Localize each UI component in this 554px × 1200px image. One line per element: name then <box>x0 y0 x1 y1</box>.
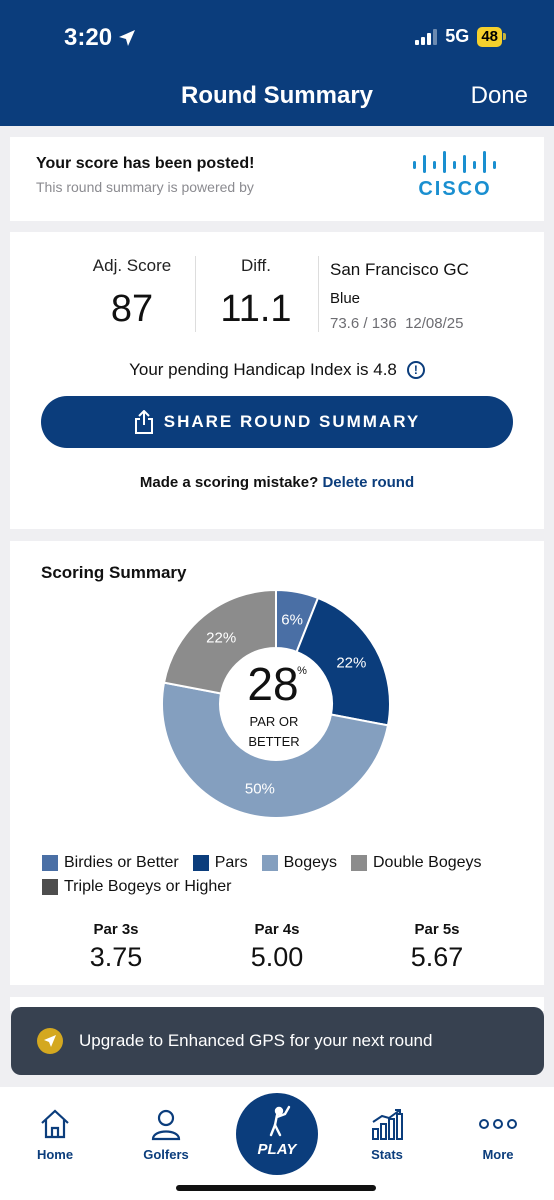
par-value: 5.00 <box>250 942 304 972</box>
battery-icon: 48 <box>477 26 506 47</box>
par5-stat: Par 5s 5.67 <box>377 921 497 973</box>
share-label: SHARE ROUND SUMMARY <box>163 412 421 431</box>
tab-bar: Home Golfers PLAY Stats More <box>0 1087 554 1200</box>
legend-item: Triple Bogeys or Higher <box>42 878 231 896</box>
person-icon <box>151 1109 181 1141</box>
divider <box>318 256 319 332</box>
par4-stat: Par 4s 5.00 <box>217 921 337 973</box>
scoring-summary-card: Scoring Summary 28 % PAR OR BETTER 6% 22%… <box>10 541 544 985</box>
delete-round-link[interactable]: Delete round <box>322 474 414 491</box>
par-label: Par 3s <box>93 921 139 938</box>
slice-label: 6% <box>281 612 303 629</box>
location-arrow-icon <box>119 30 136 46</box>
app-header: 3:20 5G 48 Round Summary Done <box>0 0 554 126</box>
tab-stats[interactable]: Stats <box>347 1107 427 1162</box>
legend-label: Double Bogeys <box>373 854 482 871</box>
legend-item: Birdies or Better <box>42 854 179 872</box>
legend-label: Birdies or Better <box>64 854 179 871</box>
gps-badge-icon <box>37 1028 63 1054</box>
par-label: Par 4s <box>254 921 300 938</box>
course-tee: Blue <box>330 290 361 307</box>
cisco-bars-icon <box>413 151 496 173</box>
posted-card: Your score has been posted! This round s… <box>10 137 544 221</box>
home-icon <box>41 1109 69 1139</box>
divider <box>195 256 196 332</box>
par3-stat: Par 3s 3.75 <box>56 921 176 973</box>
diff-value: 11.1 <box>220 288 292 330</box>
differential: Diff. 11.1 <box>206 256 306 331</box>
status-indicators: 5G 48 <box>415 26 506 47</box>
battery-level: 48 <box>477 26 502 47</box>
adj-score-label: Adj. Score <box>92 256 172 275</box>
legend-item: Double Bogeys <box>351 854 482 872</box>
upgrade-text: Upgrade to Enhanced GPS for your next ro… <box>79 1031 433 1050</box>
cisco-wordmark: CISCO <box>418 178 492 200</box>
center-value: 28 <box>247 658 298 710</box>
par-label: Par 5s <box>414 921 460 938</box>
more-dots-icon <box>479 1119 517 1129</box>
upgrade-banner[interactable]: Upgrade to Enhanced GPS for your next ro… <box>11 1007 544 1075</box>
legend-item: Bogeys <box>261 854 337 872</box>
clock: 3:20 <box>64 24 113 51</box>
round-date: 12/08/25 <box>405 315 464 332</box>
network-type: 5G <box>445 26 470 46</box>
play-label: PLAY <box>257 1141 297 1158</box>
slice-label: 22% <box>336 655 366 672</box>
mistake-text: Made a scoring mistake? <box>139 474 319 491</box>
adj-score-value: 87 <box>110 288 154 330</box>
par-value: 3.75 <box>89 942 143 972</box>
center-unit: % <box>297 665 307 677</box>
status-time: 3:20 <box>64 24 136 52</box>
play-button[interactable]: PLAY <box>236 1093 318 1175</box>
cisco-logo: CISCO <box>410 151 500 201</box>
slice-label: 50% <box>245 780 275 797</box>
course-info: San Francisco GC Blue 73.6 / 136 12/08/2… <box>330 260 469 332</box>
scoring-donut-chart: 28 % PAR OR BETTER 6% 22% 50% 22% <box>161 588 391 819</box>
legend-item: Pars <box>192 854 248 872</box>
tab-label: Golfers <box>143 1147 189 1162</box>
center-caption-2: BETTER <box>248 734 299 749</box>
par-value: 5.67 <box>410 942 464 972</box>
course-meta: 73.6 / 136 12/08/25 <box>330 315 469 332</box>
posted-title: Your score has been posted! <box>36 155 255 172</box>
tab-label: Home <box>36 1147 74 1162</box>
tab-label: Stats <box>371 1147 403 1162</box>
golfer-swing-icon <box>269 1105 291 1137</box>
adj-score: Adj. Score 87 <box>82 256 182 331</box>
share-round-summary-button[interactable]: SHARE ROUND SUMMARY <box>41 396 513 448</box>
course-name: San Francisco GC <box>330 260 469 279</box>
tab-more[interactable]: More <box>458 1107 538 1162</box>
tab-golfers[interactable]: Golfers <box>126 1107 206 1162</box>
slice-label: 22% <box>206 630 236 647</box>
diff-label: Diff. <box>241 256 271 275</box>
section-title: Scoring Summary <box>41 563 187 582</box>
tab-home[interactable]: Home <box>15 1107 95 1162</box>
score-card: Adj. Score 87 Diff. 11.1 San Francisco G… <box>10 232 544 529</box>
tab-label: More <box>482 1147 514 1162</box>
legend-label: Bogeys <box>283 854 337 871</box>
done-button[interactable]: Done <box>471 82 528 110</box>
pending-handicap: Your pending Handicap Index is 4.8 ! <box>10 360 544 380</box>
bar-chart-icon <box>372 1109 403 1140</box>
info-icon[interactable]: ! <box>406 361 425 379</box>
home-indicator <box>176 1185 376 1191</box>
center-caption-1: PAR OR <box>250 714 299 729</box>
chart-legend: Birdies or Better Pars Bogeys Double Bog… <box>42 854 512 896</box>
legend-label: Pars <box>214 854 248 871</box>
share-icon <box>134 410 153 434</box>
posted-subtitle: This round summary is powered by <box>36 179 254 195</box>
legend-label: Triple Bogeys or Higher <box>64 878 232 895</box>
pending-handicap-text: Your pending Handicap Index is 4.8 <box>129 360 397 379</box>
rating-slope: 73.6 / 136 <box>330 315 397 332</box>
cell-signal-icon <box>415 28 438 45</box>
scoring-mistake: Made a scoring mistake? Delete round <box>10 474 544 491</box>
